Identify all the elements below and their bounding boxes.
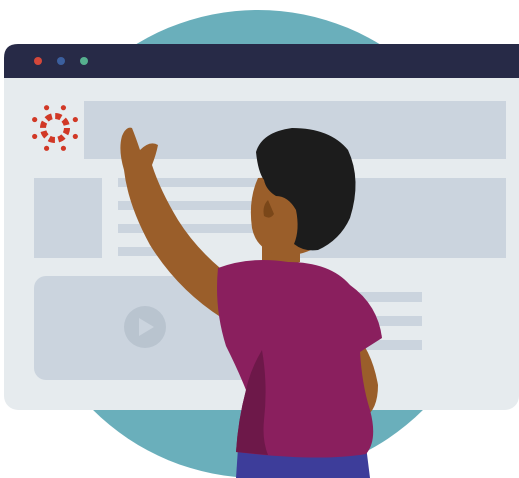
- illustration: [4, 10, 519, 478]
- logo-dot: [32, 116, 38, 123]
- logo-dot: [60, 105, 67, 111]
- logo-dot: [43, 145, 50, 151]
- logo-dot: [72, 133, 78, 140]
- logo-dot: [72, 116, 78, 123]
- sidebar-block: [34, 178, 102, 258]
- logo-dot: [32, 133, 38, 140]
- red-dot: [34, 57, 42, 65]
- logo-dot: [60, 145, 67, 151]
- green-dot: [80, 57, 88, 65]
- logo-dot: [43, 105, 50, 111]
- blue-dot: [57, 57, 65, 65]
